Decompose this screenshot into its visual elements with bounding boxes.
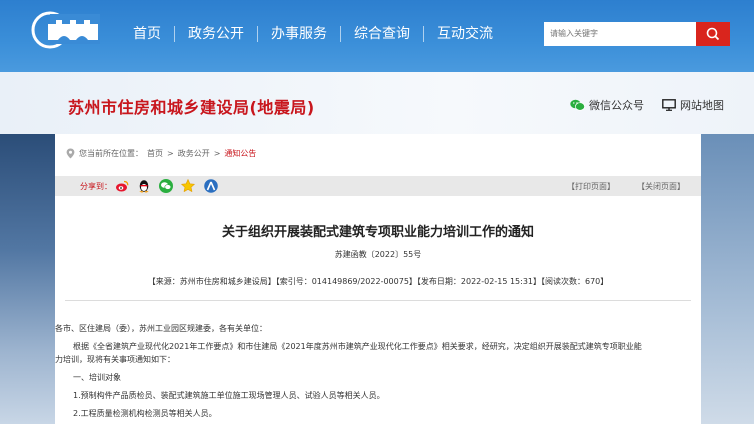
print-page-button[interactable]: 【打印页面】 (567, 181, 615, 192)
breadcrumb-section[interactable]: 政务公开 (178, 148, 210, 159)
breadcrumb: 您当前所在位置： 首页 > 政务公开 > 通知公告 (66, 148, 256, 159)
breadcrumb-prefix: 您当前所在位置： (79, 149, 143, 158)
breadcrumb-separator: > (167, 149, 174, 158)
site-title[interactable]: 苏州市住房和城乡建设局(地震局) (68, 94, 315, 118)
article-meta: 【来源：苏州市住房和城乡建设局】【索引号：014149869/2022-0007… (147, 277, 609, 286)
search-icon (706, 27, 720, 41)
nav-item-query[interactable]: 综合查询 (341, 24, 423, 44)
nav-item-services[interactable]: 办事服务 (258, 24, 340, 44)
article-paragraph: 根据《全省建筑产业现代化2021年工作要点》和市住建局《2021年度苏州市建筑产… (73, 342, 642, 351)
weibo-icon[interactable] (115, 179, 129, 193)
breadcrumb-current[interactable]: 通知公告 (224, 148, 256, 159)
divider (65, 300, 691, 301)
article-title: 关于组织开展装配式建筑专项职业能力培训工作的通知 (221, 225, 534, 240)
article-list-item: 1.预制构件产品质检员、装配式建筑施工单位施工现场管理人员、试验人员等相关人员。 (73, 391, 385, 400)
main-nav: 首页 政务公开 办事服务 综合查询 互动交流 (120, 24, 506, 44)
nav-item-interaction[interactable]: 互动交流 (424, 24, 506, 44)
nav-item-home[interactable]: 首页 (120, 24, 174, 44)
sitemap-link[interactable]: 网站地图 (662, 97, 724, 113)
city-background-image-right (700, 134, 754, 424)
wechat-link[interactable]: 微信公众号 (570, 97, 644, 113)
monitor-icon (662, 99, 676, 111)
wechat-label: 微信公众号 (589, 99, 644, 112)
wechat-share-icon[interactable] (159, 179, 173, 193)
share-label: 分享到： (80, 182, 112, 191)
search-bar (544, 22, 730, 46)
renren-icon[interactable] (204, 179, 218, 193)
document-number: 苏建函教〔2022〕55号 (334, 250, 422, 259)
breadcrumb-home[interactable]: 首页 (147, 148, 163, 159)
article-paragraph-continued: 力培训，现将有关事项通知如下： (55, 355, 175, 364)
qq-icon[interactable] (137, 179, 151, 193)
close-page-button[interactable]: 【关闭页面】 (637, 181, 685, 192)
search-button[interactable] (696, 22, 730, 46)
wechat-icon (570, 99, 585, 111)
article-salutation: 各市、区住建局（委），苏州工业园区规建委，各有关单位： (55, 324, 267, 333)
sitemap-label: 网站地图 (680, 99, 724, 112)
article-heading: 一、培训对象 (73, 373, 121, 382)
breadcrumb-separator: > (213, 149, 221, 158)
location-pin-icon (66, 148, 75, 159)
nav-item-government-affairs[interactable]: 政务公开 (175, 24, 257, 44)
search-input[interactable] (544, 22, 696, 46)
site-logo-icon[interactable] (28, 10, 102, 50)
qzone-star-icon[interactable] (181, 179, 195, 193)
article-list-item: 2.工程质量检测机构检测员等相关人员。 (73, 409, 217, 418)
